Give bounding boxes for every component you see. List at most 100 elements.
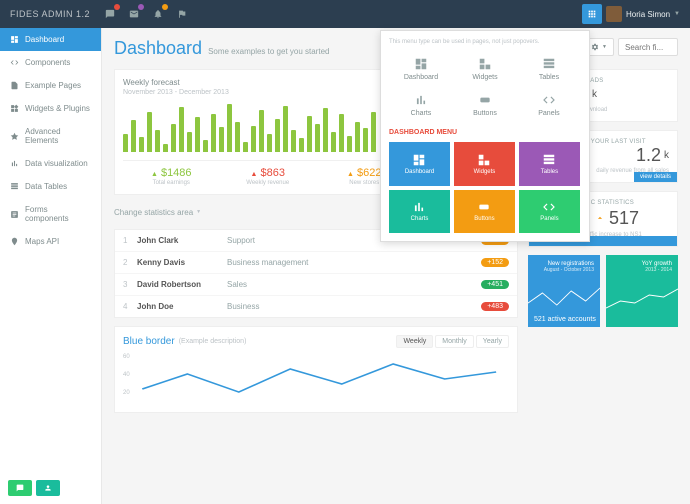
- bar: [163, 144, 168, 152]
- popover-tile[interactable]: Tables: [519, 142, 580, 186]
- sidebar-item-forms[interactable]: Forms components: [0, 198, 101, 230]
- sidebar-item-dashboard[interactable]: Dashboard: [0, 28, 101, 51]
- popover-item[interactable]: Buttons: [453, 87, 517, 123]
- person-dept: Business: [227, 302, 481, 311]
- bar: [347, 136, 352, 152]
- person-dept: Sales: [227, 280, 481, 289]
- chevron-down-icon[interactable]: ▼: [674, 11, 680, 17]
- bar: [187, 132, 192, 152]
- ylabel: 40: [123, 372, 130, 378]
- popover-icon: [414, 57, 428, 71]
- compose-button[interactable]: [8, 480, 32, 496]
- sidebar-label: Example Pages: [25, 81, 81, 90]
- tab-yearly[interactable]: Yearly: [476, 335, 509, 348]
- flag-icon[interactable]: [170, 0, 194, 28]
- stat-value: ▲ $863: [220, 167, 317, 179]
- bar: [291, 130, 296, 152]
- mini-card-growth: YoY growth 2013 - 2014: [606, 255, 678, 327]
- sidebar-item-advanced[interactable]: Advanced Elements: [0, 120, 101, 152]
- person-dept: Business management: [227, 258, 481, 267]
- popover-icon: [414, 93, 428, 107]
- popover-tile[interactable]: Widgets: [454, 142, 515, 186]
- bell-icon[interactable]: [146, 0, 170, 28]
- popover-note: This menu type can be used in pages, not…: [389, 39, 581, 45]
- sidebar-item-widgets[interactable]: Widgets & Plugins: [0, 97, 101, 120]
- tab-monthly[interactable]: Monthly: [435, 335, 474, 348]
- user-button[interactable]: [36, 480, 60, 496]
- avatar[interactable]: [606, 6, 622, 22]
- person-name: Kenny Davis: [137, 258, 227, 267]
- person-num: 3: [123, 280, 137, 289]
- bar: [139, 137, 144, 152]
- sidebar-label: Maps API: [25, 237, 59, 246]
- popover-menu-title: DASHBOARD MENU: [389, 129, 581, 136]
- sidebar-item-dataviz[interactable]: Data visualization: [0, 152, 101, 175]
- tile-label: Buttons: [474, 216, 494, 222]
- popover-item[interactable]: Tables: [517, 51, 581, 87]
- sidebar-item-tables[interactable]: Data Tables: [0, 175, 101, 198]
- person-name: John Doe: [137, 302, 227, 311]
- view-details-link[interactable]: view details: [634, 172, 677, 182]
- bar: [235, 122, 240, 152]
- tile-label: Widgets: [474, 169, 496, 175]
- search-input[interactable]: [618, 38, 678, 56]
- bar: [307, 116, 312, 152]
- sidebar-label: Dashboard: [25, 35, 64, 44]
- bar: [131, 120, 136, 152]
- person-num: 2: [123, 258, 137, 267]
- popover-item[interactable]: Dashboard: [389, 51, 453, 87]
- popover-tile[interactable]: Buttons: [454, 190, 515, 234]
- bar: [363, 128, 368, 152]
- popover-tile[interactable]: Charts: [389, 190, 450, 234]
- tile-icon: [542, 153, 556, 167]
- sidebar: Dashboard Components Example Pages Widge…: [0, 28, 102, 504]
- username: Horia Simon: [626, 10, 670, 19]
- person-name: David Robertson: [137, 280, 227, 289]
- person-badge: +152: [481, 258, 509, 267]
- person-num: 4: [123, 302, 137, 311]
- bar: [315, 124, 320, 152]
- sidebar-item-components[interactable]: Components: [0, 51, 101, 74]
- stat-label: Total earnings: [123, 180, 220, 186]
- mini-value: 521 active accounts: [534, 316, 596, 323]
- revenue-unit: k: [664, 150, 669, 161]
- ylabel: 60: [123, 354, 130, 360]
- ylabel: 20: [123, 390, 130, 396]
- sidebar-item-maps[interactable]: Maps API: [0, 230, 101, 253]
- table-row[interactable]: 2Kenny DavisBusiness management+152: [115, 252, 517, 274]
- tab-weekly[interactable]: Weekly: [396, 335, 433, 348]
- bar: [147, 112, 152, 152]
- arrow-up-icon: [595, 213, 605, 223]
- bar: [259, 110, 264, 152]
- tile-icon: [412, 153, 426, 167]
- popover-item[interactable]: Widgets: [453, 51, 517, 87]
- table-row[interactable]: 4John DoeBusiness+483: [115, 296, 517, 317]
- stat-value: ▲ $1486: [123, 167, 220, 179]
- tile-label: Tables: [541, 169, 558, 175]
- sidebar-label: Data Tables: [25, 182, 67, 191]
- tile-label: Panels: [540, 216, 558, 222]
- tile-icon: [477, 200, 491, 214]
- bar: [227, 104, 232, 152]
- bar: [267, 134, 272, 152]
- popover-tile[interactable]: Dashboard: [389, 142, 450, 186]
- table-row[interactable]: 3David RobertsonSales+451: [115, 274, 517, 296]
- sidebar-item-example[interactable]: Example Pages: [0, 74, 101, 97]
- person-num: 1: [123, 236, 137, 245]
- chat-icon[interactable]: [98, 0, 122, 28]
- stat: ▲ $1486Total earnings: [123, 167, 220, 186]
- popover-item[interactable]: Charts: [389, 87, 453, 123]
- person-badge: +483: [481, 302, 509, 311]
- sidebar-label: Components: [25, 58, 70, 67]
- downloads-unit: k: [592, 89, 597, 100]
- popover-item[interactable]: Panels: [517, 87, 581, 123]
- popover-tile[interactable]: Panels: [519, 190, 580, 234]
- bar: [323, 108, 328, 152]
- brand: FIDES ADMIN 1.2: [10, 9, 90, 19]
- mail-icon[interactable]: [122, 0, 146, 28]
- sidebar-label: Data visualization: [25, 159, 88, 168]
- bar: [179, 107, 184, 152]
- bar: [283, 106, 288, 152]
- bar: [331, 132, 336, 152]
- apps-button[interactable]: [582, 4, 602, 24]
